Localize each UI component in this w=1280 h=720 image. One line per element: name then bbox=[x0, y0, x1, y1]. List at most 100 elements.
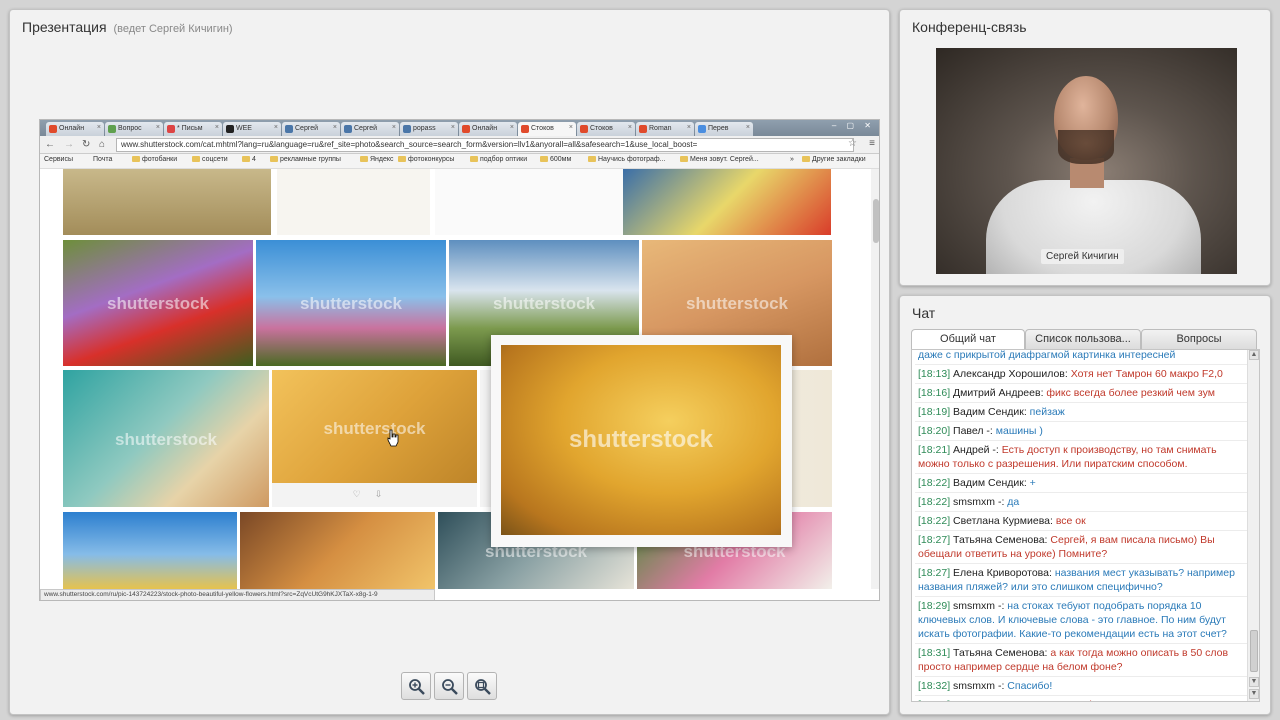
bookmark-label: 4 bbox=[252, 156, 256, 163]
photo-tile-hovered[interactable]: shutterstock ♡⇩ bbox=[272, 370, 477, 507]
browser-address-bar: ← → ↻ ⌂ www.shutterstock.com/cat.mhtml?l… bbox=[40, 136, 879, 154]
chat-tabs: Общий чат Список пользова... Вопросы bbox=[911, 329, 1259, 350]
message-author: Татьяна Семенова: bbox=[953, 647, 1048, 659]
scroll-down-arrow[interactable]: ▼ bbox=[1249, 677, 1259, 687]
bookmark-label: рекламные группы bbox=[280, 156, 341, 163]
scroll-up-icon[interactable]: ▲ bbox=[1249, 350, 1259, 360]
folder-icon bbox=[470, 156, 478, 163]
scroll-end-icon[interactable]: ▼ bbox=[1249, 689, 1259, 699]
photo-preview-popup: shutterstock bbox=[491, 335, 792, 547]
bookmark-item: соцсети bbox=[192, 156, 228, 163]
browser-tab-label: Сергей bbox=[354, 125, 378, 132]
chat-message: [18:21] Андрей -: Есть доступ к производ… bbox=[915, 441, 1248, 474]
watermark: shutterstock bbox=[106, 294, 210, 313]
message-text: все ок bbox=[1055, 515, 1086, 527]
stock-photo-grid: shutterstock shutterstock shutterstock s… bbox=[40, 169, 879, 589]
browser-tab: Сергей × bbox=[282, 122, 340, 136]
folder-icon bbox=[398, 156, 406, 163]
chat-message: [18:20] Павел -: машины ) bbox=[915, 422, 1248, 441]
photo-tile bbox=[277, 169, 430, 235]
tab-close-icon: × bbox=[627, 124, 632, 131]
bookmark-item: фотобанки bbox=[132, 156, 177, 163]
message-text: понятно) bbox=[1050, 699, 1093, 701]
browser-tab: Вопрос × bbox=[105, 122, 163, 136]
zoom-in-button[interactable] bbox=[401, 672, 431, 700]
browser-tab-label: popass bbox=[413, 125, 436, 132]
message-time: [18:22] bbox=[918, 515, 951, 527]
photo-tile bbox=[435, 169, 625, 235]
lightbox-icon[interactable]: ♡ bbox=[353, 489, 375, 499]
video-person-beard bbox=[1058, 130, 1114, 164]
message-text: машины ) bbox=[995, 425, 1043, 437]
message-time: [18:27] bbox=[918, 534, 951, 546]
shared-screen-browser: – ▢ ✕ Онлайн × Вопрос × * Письм × WEE × Сергей × С… bbox=[39, 119, 880, 601]
folder-icon bbox=[802, 156, 810, 163]
chat-scrollbar-thumb[interactable] bbox=[1250, 630, 1258, 672]
watermark: shutterstock bbox=[299, 294, 403, 313]
chat-message: [18:22] smsmxm -: да bbox=[915, 493, 1248, 512]
bookmark-label: соцсети bbox=[202, 156, 228, 163]
browser-url: www.shutterstock.com/cat.mhtml?lang=ru&l… bbox=[116, 138, 854, 152]
tab-user-list[interactable]: Список пользова... bbox=[1025, 329, 1141, 349]
zoom-fit-button[interactable] bbox=[467, 672, 497, 700]
bookmark-label: Яндекс bbox=[370, 156, 394, 163]
photo-tile bbox=[623, 169, 831, 235]
bookmark-label: Научись фотограф... bbox=[598, 156, 666, 163]
tab-favicon-icon bbox=[698, 125, 706, 133]
chat-panel: Чат Общий чат Список пользова... Вопросы… bbox=[899, 295, 1271, 715]
bookmark-label: подбор оптики bbox=[480, 156, 528, 163]
zoom-out-button[interactable] bbox=[434, 672, 464, 700]
bookmark-label: Меня зовут. Сергей... bbox=[690, 156, 759, 163]
photo-tile: shutterstock bbox=[63, 240, 253, 366]
chat-messages: даже с прикрытой диафрагмой картинка инт… bbox=[911, 349, 1260, 702]
presentation-title: Презентация (ведет Сергей Кичигин) bbox=[22, 19, 233, 35]
bookmark-item: рекламные группы bbox=[270, 156, 341, 163]
tab-favicon-icon bbox=[521, 125, 529, 133]
message-author: smsmxm -: bbox=[953, 496, 1005, 508]
conference-title: Конференц-связь bbox=[912, 19, 1027, 35]
folder-icon bbox=[588, 156, 596, 163]
message-text: фикс всегда более резкий чем зум bbox=[1046, 387, 1215, 399]
message-time: [18:29] bbox=[918, 600, 951, 612]
chat-message: [18:31] Татьяна Семенова: а как тогда мо… bbox=[915, 644, 1248, 677]
chat-message: [18:16] Дмитрий Андреев: фикс всегда бол… bbox=[915, 384, 1248, 403]
bookmark-label: фотобанки bbox=[142, 156, 178, 163]
presentation-title-text: Презентация bbox=[22, 19, 107, 35]
message-text: пейзаж bbox=[1029, 406, 1065, 418]
browser-tab-label: Вопрос bbox=[118, 125, 142, 132]
tab-favicon-icon bbox=[580, 125, 588, 133]
browser-tab-label: Перев bbox=[708, 125, 729, 132]
tab-questions[interactable]: Вопросы bbox=[1141, 329, 1257, 349]
folder-icon bbox=[270, 156, 278, 163]
tab-favicon-icon bbox=[639, 125, 647, 133]
message-time: [18:22] bbox=[918, 477, 951, 489]
photo-tile bbox=[63, 169, 271, 235]
browser-tab-label: Сергей bbox=[295, 125, 319, 132]
page-scrollbar bbox=[871, 169, 879, 589]
message-time: [18:32] bbox=[918, 680, 951, 692]
bookmark-star-icon: ☆ bbox=[848, 138, 857, 149]
bookmark-item: Почта bbox=[93, 156, 112, 163]
back-icon: ← bbox=[45, 139, 55, 150]
tab-favicon-icon bbox=[226, 125, 234, 133]
conference-panel: Конференц-связь Сергей Кичигин bbox=[899, 9, 1271, 286]
zoom-in-icon bbox=[409, 679, 425, 695]
message-author: Вадим Сендик: bbox=[953, 477, 1027, 489]
chat-message-list: даже с прикрытой диафрагмой картинка инт… bbox=[912, 350, 1248, 701]
chat-scrollbar[interactable]: ▲ ▼ ▼ bbox=[1247, 350, 1259, 701]
photo-tile bbox=[240, 512, 435, 589]
window-controls: – ▢ ✕ bbox=[831, 121, 875, 130]
presentation-presenter: (ведет Сергей Кичигин) bbox=[113, 23, 233, 35]
bookmark-item: Научись фотограф... bbox=[588, 156, 665, 163]
zoom-out-icon bbox=[442, 679, 458, 695]
tab-general-chat[interactable]: Общий чат bbox=[911, 329, 1025, 350]
message-author: Вадим Сендик: bbox=[953, 406, 1027, 418]
bookmark-item: Меня зовут. Сергей... bbox=[680, 156, 759, 163]
message-time: [18:21] bbox=[918, 444, 951, 456]
tab-close-icon: × bbox=[273, 124, 278, 131]
photo-tile: shutterstock bbox=[256, 240, 446, 366]
message-author: Светлана Курмиева: bbox=[953, 515, 1053, 527]
tab-close-icon: × bbox=[745, 124, 750, 131]
message-time: [18:20] bbox=[918, 425, 951, 437]
download-icon[interactable]: ⇩ bbox=[375, 489, 397, 499]
